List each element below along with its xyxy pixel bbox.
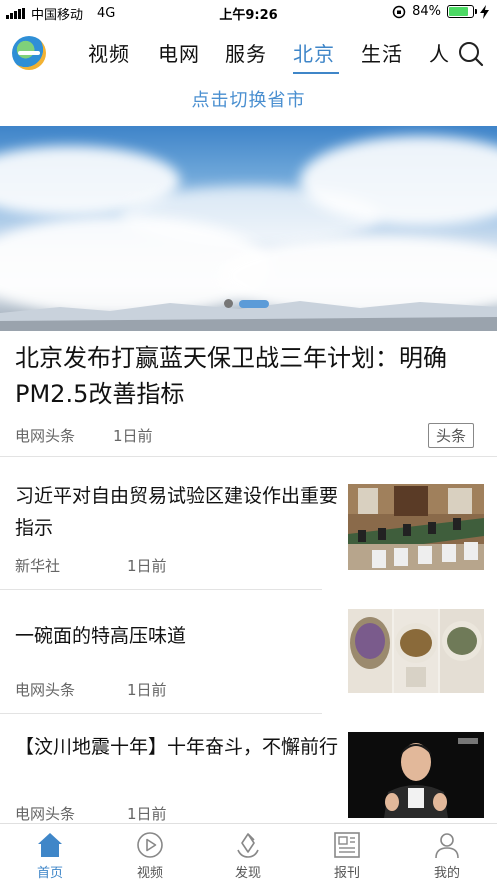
tab-life[interactable]: 生活 bbox=[361, 38, 403, 67]
bottom-tab-label: 首页 bbox=[36, 866, 63, 881]
charging-icon bbox=[480, 4, 489, 19]
news-source: 电网头条 bbox=[15, 681, 76, 699]
news-source: 新华社 bbox=[15, 557, 61, 575]
battery-percent: 84% bbox=[412, 4, 441, 19]
active-tab-underline bbox=[293, 72, 339, 74]
news-title[interactable]: 【汶川地震十年】十年奋斗，不懈前行 bbox=[15, 731, 340, 763]
newspaper-icon bbox=[334, 832, 360, 858]
news-time: 1日前 bbox=[127, 557, 167, 575]
top-navigation: 视频 电网 服务 北京 生活 人 bbox=[0, 28, 497, 76]
bottom-tab-newspaper[interactable]: 报刊 bbox=[312, 830, 382, 881]
battery-icon bbox=[447, 5, 477, 18]
tab-service[interactable]: 服务 bbox=[225, 38, 267, 67]
carousel-dot-active[interactable] bbox=[239, 299, 269, 308]
bottom-tab-label: 我的 bbox=[433, 866, 460, 881]
bottom-tab-label: 视频 bbox=[136, 866, 163, 881]
banner-carousel[interactable] bbox=[0, 126, 497, 331]
tab-beijing[interactable]: 北京 bbox=[293, 38, 335, 67]
channel-tabs: 视频 电网 服务 北京 生活 人 bbox=[50, 28, 454, 76]
play-icon bbox=[137, 832, 163, 858]
discover-icon bbox=[237, 833, 259, 858]
news-time: 1日前 bbox=[127, 681, 167, 699]
home-icon bbox=[38, 833, 62, 857]
bottom-tab-label: 发现 bbox=[234, 866, 261, 881]
noodle-bowls-thumbnail[interactable] bbox=[348, 609, 484, 693]
featured-source: 电网头条 bbox=[15, 427, 76, 445]
bottom-tab-bar: 首页 视频 发现 报刊 我的 bbox=[0, 823, 497, 883]
bottom-tab-video[interactable]: 视频 bbox=[115, 830, 185, 881]
featured-title[interactable]: 北京发布打赢蓝天保卫战三年计划：明确PM2.5改善指标 bbox=[15, 340, 485, 412]
app-logo[interactable] bbox=[12, 36, 46, 70]
news-title[interactable]: 习近平对自由贸易试验区建设作出重要指示 bbox=[15, 480, 340, 544]
headline-tag: 头条 bbox=[427, 423, 474, 448]
divider bbox=[0, 713, 322, 714]
divider bbox=[0, 456, 497, 457]
divider bbox=[0, 589, 322, 590]
user-icon bbox=[435, 833, 459, 859]
bottom-tab-discover[interactable]: 发现 bbox=[213, 830, 283, 881]
news-title[interactable]: 一碗面的特高压味道 bbox=[15, 620, 340, 652]
tab-video[interactable]: 视频 bbox=[88, 38, 130, 67]
carousel-dot[interactable] bbox=[224, 299, 233, 308]
featured-time: 1日前 bbox=[113, 427, 153, 445]
news-time: 1日前 bbox=[127, 805, 167, 823]
meeting-thumbnail[interactable] bbox=[348, 484, 484, 570]
landscape-image bbox=[0, 301, 497, 331]
news-source: 电网头条 bbox=[15, 805, 76, 823]
video-thumbnail[interactable] bbox=[348, 732, 484, 818]
switch-province-link[interactable]: 点击切换省市 bbox=[0, 86, 497, 112]
bottom-tab-label: 报刊 bbox=[333, 866, 360, 881]
carousel-indicator bbox=[224, 299, 269, 308]
status-bar: 中国移动 4G 上午9:26 84% bbox=[0, 0, 497, 24]
tab-grid[interactable]: 电网 bbox=[158, 38, 200, 67]
search-icon[interactable] bbox=[457, 40, 485, 68]
bottom-tab-me[interactable]: 我的 bbox=[412, 830, 482, 881]
orientation-lock-icon bbox=[392, 5, 406, 18]
tab-people[interactable]: 人 bbox=[429, 38, 450, 67]
bottom-tab-home[interactable]: 首页 bbox=[15, 830, 85, 881]
